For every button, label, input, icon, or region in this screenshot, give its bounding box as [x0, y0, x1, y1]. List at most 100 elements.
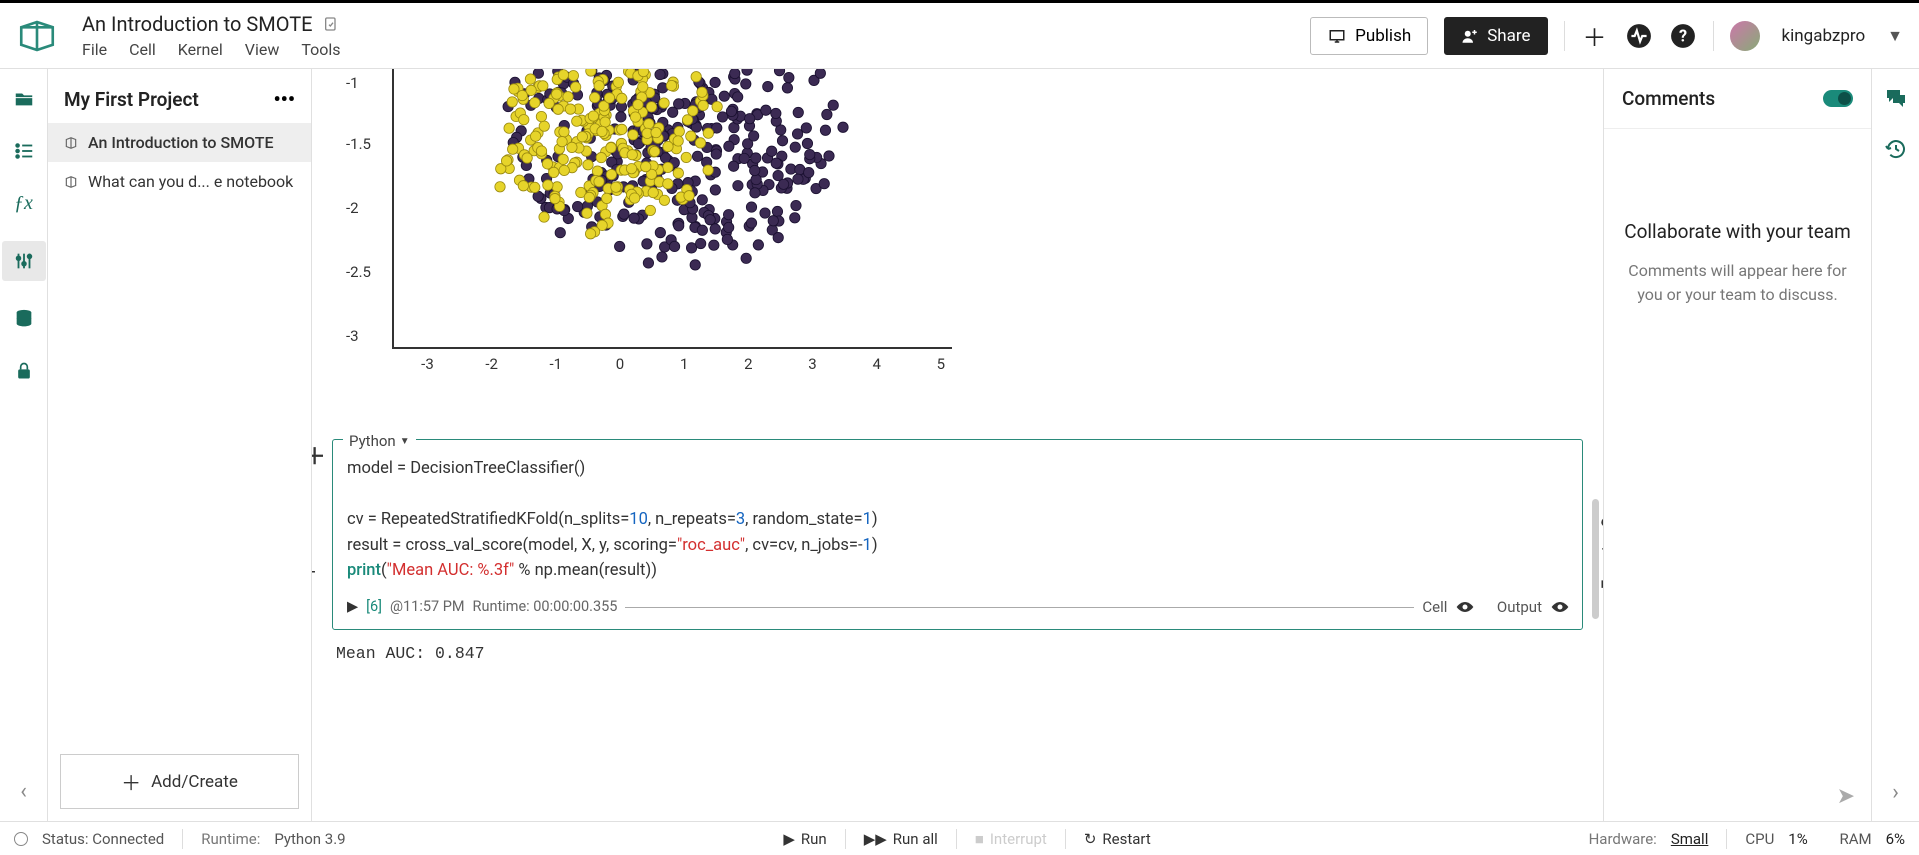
database-icon[interactable] — [10, 305, 38, 333]
add-icon[interactable]: ＋ — [1581, 22, 1609, 50]
comments-toggle[interactable] — [1823, 90, 1853, 107]
scrollbar-thumb[interactable] — [1592, 499, 1599, 619]
x-tick: 2 — [744, 355, 752, 373]
notebook-icon — [64, 175, 78, 189]
sidebar-list: An Introduction to SMOTE What can you d.… — [48, 123, 311, 742]
x-tick: 1 — [680, 355, 688, 373]
settings-sliders-icon[interactable] — [2, 241, 46, 281]
activity-icon[interactable] — [1625, 22, 1653, 50]
divider — [1564, 21, 1565, 51]
svg-text:?: ? — [1678, 26, 1686, 45]
main-area: ƒx ‹ My First Project ••• An Introductio… — [0, 69, 1919, 821]
collapse-left-icon[interactable]: ‹ — [10, 777, 38, 805]
publish-button[interactable]: Publish — [1310, 17, 1428, 55]
x-tick: -2 — [485, 355, 498, 373]
cell-label-text: Cell — [1422, 596, 1447, 619]
exec-runtime: Runtime: 00:00:00.355 — [473, 596, 618, 618]
x-tick: -3 — [421, 355, 434, 373]
notebook-title[interactable]: An Introduction to SMOTE — [82, 12, 313, 36]
menu-cell[interactable]: Cell — [129, 40, 156, 59]
outline-icon[interactable] — [10, 137, 38, 165]
notebook-status-icon — [323, 16, 339, 32]
comment-icon[interactable] — [1599, 577, 1603, 597]
cpu-label: CPU — [1745, 830, 1774, 848]
comments-panel: Comments Collaborate with your team Comm… — [1603, 69, 1871, 821]
run-button[interactable]: ▶ Run — [783, 830, 826, 848]
restart-button[interactable]: ↻ Restart — [1084, 830, 1151, 848]
user-dropdown-caret[interactable]: ▼ — [1887, 26, 1903, 46]
history-rail-icon[interactable] — [1884, 137, 1908, 161]
play-icon[interactable]: ▶ — [347, 596, 358, 618]
comments-rail-icon[interactable] — [1884, 87, 1908, 111]
title-area: An Introduction to SMOTE File Cell Kerne… — [82, 12, 1310, 59]
y-tick: -1.5 — [346, 135, 371, 153]
username[interactable]: kingabzpro — [1782, 26, 1866, 46]
sidebar-item-current[interactable]: An Introduction to SMOTE — [48, 123, 311, 162]
output-label-text: Output — [1497, 596, 1542, 619]
collapse-right-icon[interactable]: › — [1892, 780, 1899, 805]
sidebar-item-label: An Introduction to SMOTE — [88, 133, 274, 152]
x-tick: 5 — [937, 355, 945, 373]
ram-value: 6% — [1886, 830, 1905, 848]
x-tick: -1 — [550, 355, 563, 373]
link-icon[interactable] — [1599, 509, 1603, 529]
status-bar: Status: Connected Runtime: Python 3.9 ▶ … — [0, 821, 1919, 855]
cell-add-below[interactable]: ＋ — [312, 555, 318, 587]
trash-icon[interactable] — [1599, 543, 1603, 563]
code-cell[interactable]: •••＋ ＋ Python ▼ model = DecisionTreeClas… — [332, 439, 1583, 663]
files-icon[interactable] — [10, 85, 38, 113]
x-tick: 4 — [872, 355, 880, 373]
scatter-chart: -1 -1.5 -2 -2.5 -3 -3 -2 -1 0 1 2 3 4 5 — [392, 69, 952, 389]
cell-gutter-top[interactable]: •••＋ — [312, 439, 326, 471]
scatter-points — [394, 69, 952, 348]
menu-bar: File Cell Kernel View Tools — [82, 40, 1310, 59]
cell-visibility-icon[interactable] — [1455, 600, 1473, 614]
interrupt-button[interactable]: ■ Interrupt — [975, 830, 1047, 848]
y-tick: -3 — [346, 327, 359, 345]
top-bar: An Introduction to SMOTE File Cell Kerne… — [0, 3, 1919, 69]
comments-title: Comments — [1622, 87, 1715, 110]
collab-title: Collaborate with your team — [1624, 219, 1851, 245]
output-visibility-icon[interactable] — [1550, 600, 1568, 614]
menu-view[interactable]: View — [245, 40, 280, 59]
runtime-value[interactable]: Python 3.9 — [274, 830, 345, 848]
runtime-label: Runtime: — [201, 830, 260, 848]
sidebar-item-other[interactable]: What can you d... e notebook — [48, 162, 311, 201]
menu-kernel[interactable]: Kernel — [178, 40, 223, 59]
cpu-value: 1% — [1788, 830, 1807, 848]
secrets-lock-icon[interactable] — [10, 357, 38, 385]
exec-time: @11:57 PM — [390, 596, 465, 618]
menu-file[interactable]: File — [82, 40, 107, 59]
status-text: Status: Connected — [42, 830, 164, 848]
code-content[interactable]: model = DecisionTreeClassifier() cv = Re… — [347, 456, 1568, 584]
cell-language-label[interactable]: Python ▼ — [343, 430, 416, 453]
ram-label: RAM — [1839, 830, 1871, 848]
functions-icon[interactable]: ƒx — [10, 189, 38, 217]
sidebar-item-label: What can you d... e notebook — [88, 172, 293, 191]
menu-tools[interactable]: Tools — [301, 40, 340, 59]
y-tick: -1 — [346, 74, 359, 92]
help-icon[interactable]: ? — [1669, 22, 1697, 50]
share-button[interactable]: Share — [1444, 17, 1547, 55]
collab-subtitle: Comments will appear here for you or you… — [1624, 259, 1851, 307]
hardware-value[interactable]: Small — [1671, 830, 1709, 848]
app-logo[interactable] — [16, 15, 58, 57]
project-title: My First Project — [64, 88, 199, 111]
exec-count: [6] — [366, 596, 382, 618]
cell-code-box[interactable]: Python ▼ model = DecisionTreeClassifier(… — [332, 439, 1583, 630]
notebook-icon — [64, 136, 78, 150]
add-create-button[interactable]: ＋Add/Create — [60, 754, 299, 809]
run-all-button[interactable]: ▶▶ Run all — [864, 830, 938, 848]
cell-side-actions — [1599, 509, 1603, 597]
send-icon[interactable]: ➤ — [1837, 784, 1855, 809]
status-indicator — [14, 832, 28, 846]
left-rail: ƒx ‹ — [0, 69, 48, 821]
notebook-content[interactable]: -1 -1.5 -2 -2.5 -3 -3 -2 -1 0 1 2 3 4 5 … — [312, 69, 1603, 821]
x-tick: 3 — [808, 355, 816, 373]
project-menu-icon[interactable]: ••• — [273, 87, 295, 111]
top-actions: Publish Share ＋ ? kingabzpro ▼ — [1310, 17, 1903, 55]
cell-execution-info: ▶ [6] @11:57 PM Runtime: 00:00:00.355 Ce… — [347, 596, 1568, 619]
y-tick: -2.5 — [346, 263, 371, 281]
user-avatar[interactable] — [1730, 21, 1760, 51]
x-tick: 0 — [616, 355, 624, 373]
